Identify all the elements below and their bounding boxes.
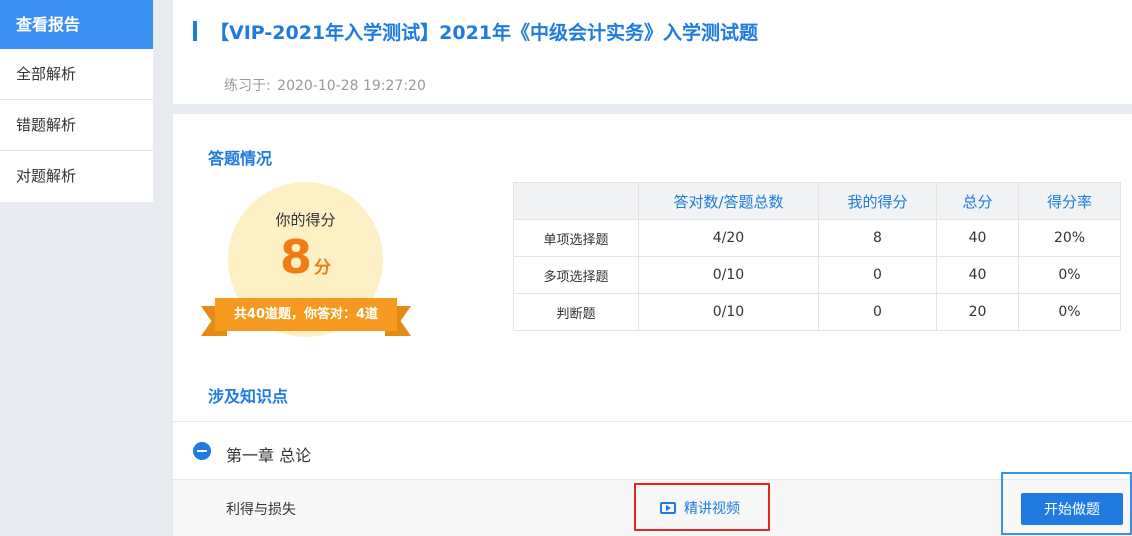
main-card: 答题情况 你的得分 8分 共40道题，你答对：4道 答对数/答题总数 我的得分 … [173,114,1132,536]
topic-row: 利得与损失 精讲视频 开始做题 [173,472,1132,536]
table-cell-type: 判断题 [513,293,639,331]
video-highlight-box: 精讲视频 [634,483,770,531]
page-title: 【VIP-2021年入学测试】2021年《中级会计实务》入学测试题 [210,22,759,44]
video-icon [660,502,676,514]
practice-time: 练习于: 2020-10-28 19:27:20 [222,75,426,95]
table-cell-total-score: 20 [936,293,1019,331]
table-header-blank [513,182,639,220]
start-highlight-box: 开始做题 [1001,472,1132,535]
table-cell-score-rate: 20% [1018,219,1121,257]
table-header-correct-total: 答对数/答题总数 [638,182,819,220]
practice-label: 练习于: [224,78,271,94]
practice-timestamp: 2020-10-28 19:27:20 [277,78,426,94]
chapter-row[interactable]: 第一章 总论 [173,421,1132,479]
ribbon-text: 共40道题，你答对：4道 [215,298,397,331]
table-cell-type: 多项选择题 [513,256,639,294]
answers-section-title: 答题情况 [208,149,273,168]
table-cell-total-score: 40 [936,256,1019,294]
sidebar-title[interactable]: 查看报告 [0,0,153,49]
table-cell-type: 单项选择题 [513,219,639,257]
table-header-score-rate: 得分率 [1018,182,1121,220]
score-label: 你的得分 [275,211,336,229]
header-card: 【VIP-2021年入学测试】2021年《中级会计实务》入学测试题 练习于: 2… [173,0,1132,104]
knowledge-section-title: 涉及知识点 [208,387,289,406]
table-row: 多项选择题 0/10 0 40 0% [513,256,1121,294]
table-cell-my-score: 8 [818,219,937,257]
title-accent-bar [193,21,197,41]
result-ribbon: 共40道题，你答对：4道 [201,298,411,338]
sidebar-item-wrong-analysis[interactable]: 错题解析 [0,100,153,151]
topic-label: 利得与损失 [226,502,296,518]
chapter-label: 第一章 总论 [226,446,312,465]
sidebar: 查看报告 全部解析 错题解析 对题解析 [0,0,153,202]
table-row: 判断题 0/10 0 20 0% [513,293,1121,331]
stats-table: 答对数/答题总数 我的得分 总分 得分率 单项选择题 4/20 8 40 20%… [513,182,1121,331]
score-unit: 分 [314,258,331,278]
table-header-total-score: 总分 [936,182,1019,220]
table-cell-score-rate: 0% [1018,293,1121,331]
score-value: 8分 [228,230,383,284]
table-cell-correct-total: 0/10 [638,256,819,294]
sidebar-item-correct-analysis[interactable]: 对题解析 [0,151,153,202]
table-header-row: 答对数/答题总数 我的得分 总分 得分率 [513,182,1121,220]
table-cell-my-score: 0 [818,293,937,331]
table-cell-my-score: 0 [818,256,937,294]
table-cell-score-rate: 0% [1018,256,1121,294]
collapse-minus-icon[interactable] [193,442,211,460]
sidebar-item-all-analysis[interactable]: 全部解析 [0,49,153,100]
table-cell-correct-total: 0/10 [638,293,819,331]
video-label: 精讲视频 [684,501,740,517]
table-cell-correct-total: 4/20 [638,219,819,257]
video-link[interactable]: 精讲视频 [660,498,740,518]
table-cell-total-score: 40 [936,219,1019,257]
table-row: 单项选择题 4/20 8 40 20% [513,219,1121,257]
start-practice-button[interactable]: 开始做题 [1021,493,1123,525]
score-number: 8 [279,230,312,284]
table-header-my-score: 我的得分 [818,182,937,220]
